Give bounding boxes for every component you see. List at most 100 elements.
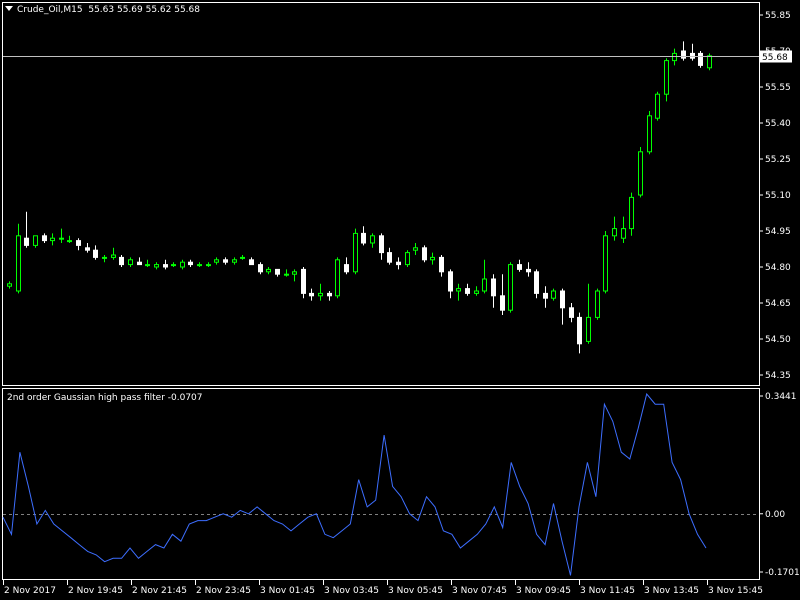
candle bbox=[526, 262, 531, 277]
candle bbox=[595, 288, 600, 320]
candle-body bbox=[76, 240, 81, 246]
candle-body bbox=[232, 259, 237, 263]
candle-body bbox=[370, 235, 375, 244]
candle-body bbox=[206, 264, 211, 267]
candle bbox=[465, 283, 470, 296]
chart-canvas[interactable]: 55.8555.7055.5555.4055.2555.1054.9554.80… bbox=[0, 0, 800, 600]
candle-body bbox=[258, 264, 263, 273]
candle-body bbox=[197, 264, 202, 267]
candle-body bbox=[681, 50, 686, 59]
candle bbox=[42, 233, 47, 243]
candle bbox=[500, 274, 505, 315]
candle-body bbox=[387, 252, 392, 263]
x-tick-label: 2 Nov 19:45 bbox=[68, 586, 123, 596]
candle-body bbox=[145, 264, 150, 267]
candle-body bbox=[137, 261, 142, 266]
main-panel-frame bbox=[2, 2, 760, 386]
candle-body bbox=[240, 256, 245, 259]
candle-body bbox=[629, 196, 634, 230]
candle bbox=[284, 269, 289, 277]
x-tick-label: 3 Nov 15:45 bbox=[708, 586, 763, 596]
candle-body bbox=[188, 261, 193, 266]
candle bbox=[413, 243, 418, 255]
candle bbox=[50, 233, 55, 246]
candle bbox=[67, 235, 72, 243]
candle bbox=[137, 257, 142, 266]
candle bbox=[655, 91, 660, 121]
candle bbox=[335, 257, 340, 299]
candle bbox=[647, 111, 652, 155]
candle bbox=[439, 255, 444, 277]
candle-body bbox=[335, 259, 340, 297]
candle bbox=[128, 257, 133, 267]
candle bbox=[145, 259, 150, 267]
candle-body bbox=[249, 259, 254, 266]
candle bbox=[379, 233, 384, 260]
candle-body bbox=[690, 52, 695, 59]
candle bbox=[664, 58, 669, 102]
candle-body bbox=[595, 290, 600, 318]
candle bbox=[292, 269, 297, 282]
candle-body bbox=[698, 52, 703, 66]
y-tick-label: 54.50 bbox=[765, 335, 791, 345]
y-tick-label: 54.35 bbox=[765, 371, 791, 381]
candle bbox=[119, 255, 124, 267]
candle-body bbox=[59, 237, 64, 240]
candle-body bbox=[551, 290, 556, 299]
candle bbox=[33, 235, 38, 248]
candle bbox=[405, 250, 410, 267]
candle bbox=[698, 51, 703, 68]
candle-body bbox=[603, 235, 608, 292]
candle-body bbox=[361, 232, 366, 244]
y-tick-label: 54.95 bbox=[765, 227, 791, 237]
bid-price-label: 55.68 bbox=[762, 53, 788, 63]
indicator-y-tick-label: 0.00 bbox=[765, 510, 785, 520]
x-tick-label: 2 Nov 2017 bbox=[4, 586, 56, 596]
candle bbox=[206, 262, 211, 267]
candle-body bbox=[42, 235, 47, 242]
candle bbox=[327, 291, 332, 301]
candle bbox=[188, 259, 193, 267]
candle-body bbox=[50, 237, 55, 242]
candle-body bbox=[534, 271, 539, 294]
candle bbox=[344, 257, 349, 275]
candle bbox=[249, 257, 254, 266]
candle-body bbox=[33, 235, 38, 246]
candle-body bbox=[214, 259, 219, 263]
y-tick-label: 55.85 bbox=[765, 11, 791, 21]
candle-body bbox=[664, 60, 669, 95]
candle bbox=[102, 255, 107, 263]
candle bbox=[76, 238, 81, 251]
candle bbox=[232, 257, 237, 265]
candle bbox=[16, 223, 21, 294]
candle bbox=[422, 245, 427, 263]
candle-body bbox=[560, 290, 565, 309]
candle-body bbox=[647, 115, 652, 153]
candle bbox=[59, 228, 64, 243]
candle bbox=[318, 283, 323, 301]
candle-body bbox=[128, 259, 133, 266]
candle bbox=[223, 257, 228, 265]
x-tick-label: 3 Nov 11:45 bbox=[580, 586, 635, 596]
candle-body bbox=[422, 247, 427, 261]
indicator-y-tick-label: -0.1701 bbox=[765, 568, 800, 578]
candle bbox=[387, 247, 392, 265]
candle-body bbox=[456, 288, 461, 292]
candle bbox=[430, 252, 435, 265]
candle bbox=[560, 288, 565, 325]
candle bbox=[361, 226, 366, 246]
x-tick-label: 3 Nov 01:45 bbox=[260, 586, 315, 596]
candle bbox=[517, 259, 522, 272]
candle bbox=[197, 262, 202, 267]
candle-body bbox=[119, 256, 124, 266]
candle bbox=[93, 245, 98, 260]
candle-body bbox=[344, 264, 349, 273]
candle-body bbox=[24, 237, 29, 246]
candle-body bbox=[577, 316, 582, 345]
candle bbox=[171, 262, 176, 267]
candle bbox=[309, 288, 314, 301]
candle bbox=[266, 267, 271, 275]
candle bbox=[629, 192, 634, 236]
candle bbox=[638, 147, 643, 198]
x-tick-label: 2 Nov 23:45 bbox=[196, 586, 251, 596]
